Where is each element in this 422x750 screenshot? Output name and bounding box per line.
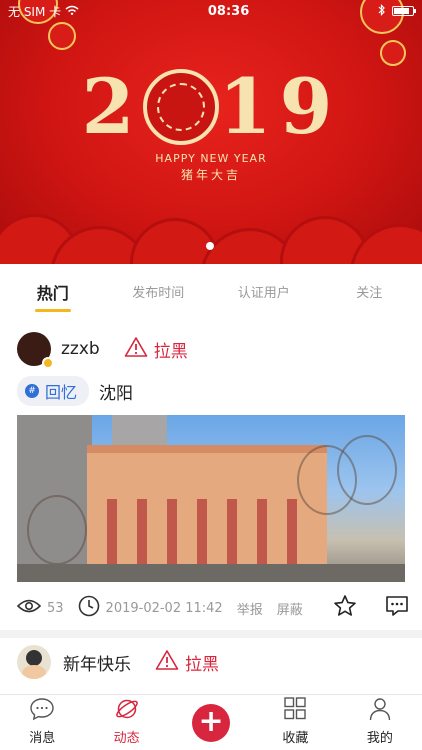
- nav-label: 消息: [29, 731, 56, 746]
- block-button[interactable]: 拉黑: [155, 649, 219, 676]
- wifi-icon: [65, 4, 79, 18]
- verified-badge-icon: [42, 357, 54, 369]
- report-button[interactable]: 举报: [237, 599, 263, 618]
- post-location: 沈阳: [99, 383, 134, 404]
- eye-icon: [16, 598, 42, 618]
- avatar[interactable]: [17, 645, 51, 679]
- carrier-label: 无 SIM 卡: [8, 4, 62, 19]
- hide-button[interactable]: 屏蔽: [277, 599, 303, 618]
- user-icon: [367, 697, 393, 725]
- nav-label: 收藏: [282, 731, 309, 746]
- cloud-decoration: [0, 204, 422, 264]
- pig-medallion-icon: [142, 69, 219, 145]
- banner-subtitle-cn: 猪年大吉: [180, 168, 241, 182]
- carousel-dot[interactable]: [206, 242, 214, 250]
- star-icon[interactable]: [333, 594, 357, 622]
- nav-messages[interactable]: 消息: [0, 695, 84, 750]
- tab-publish-time[interactable]: 发布时间: [106, 276, 212, 316]
- post-date: 2019-02-02 11:42: [105, 600, 223, 616]
- comment-icon[interactable]: [385, 595, 409, 621]
- topic-label: 回忆: [45, 383, 78, 402]
- nav-feed[interactable]: 动态: [84, 695, 168, 750]
- tab-hot[interactable]: 热门: [0, 276, 106, 316]
- view-count: 53: [47, 600, 64, 616]
- status-bar: 无 SIM 卡 08:36: [0, 0, 422, 22]
- post-card-2: 新年快乐 拉黑: [17, 645, 219, 679]
- banner-subtitle: HAPPY NEW YEAR: [155, 152, 267, 165]
- new-year-banner[interactable]: 2 19 HAPPY NEW YEAR 猪年大吉: [0, 0, 422, 264]
- planet-icon: [114, 697, 140, 725]
- block-label: 拉黑: [185, 654, 219, 675]
- topic-chip[interactable]: # 回忆: [17, 376, 90, 406]
- feed-tabs: 热门 发布时间 认证用户 关注: [0, 276, 422, 316]
- post-username[interactable]: 新年快乐: [63, 650, 131, 675]
- tab-verified-users[interactable]: 认证用户: [211, 276, 317, 316]
- bluetooth-icon: [378, 3, 386, 19]
- nav-profile[interactable]: 我的: [338, 695, 422, 750]
- hashtag-icon: #: [25, 384, 39, 398]
- post-username[interactable]: zzxb: [61, 339, 100, 359]
- nav-label: 我的: [366, 731, 393, 746]
- clock-icon: [78, 595, 100, 621]
- block-button[interactable]: 拉黑: [124, 336, 188, 363]
- bottom-nav: 消息 动态 + 收藏 我的: [0, 694, 422, 750]
- post-divider: [0, 630, 422, 638]
- warning-icon: [124, 336, 148, 363]
- status-time: 08:36: [207, 3, 250, 19]
- nav-create[interactable]: +: [169, 695, 253, 750]
- chat-bubble-icon: [29, 697, 55, 725]
- tab-follow[interactable]: 关注: [317, 276, 422, 316]
- banner-year: 2 19: [81, 62, 341, 151]
- lantern-decoration: [48, 22, 76, 50]
- grid-icon: [282, 697, 308, 725]
- plus-icon[interactable]: +: [192, 703, 231, 742]
- warning-icon: [155, 649, 179, 676]
- nav-label: 动态: [113, 731, 140, 746]
- post-photo[interactable]: [17, 415, 405, 582]
- block-label: 拉黑: [153, 341, 188, 362]
- battery-icon: [392, 6, 416, 16]
- nav-favorites[interactable]: 收藏: [253, 695, 337, 750]
- avatar[interactable]: [17, 332, 54, 369]
